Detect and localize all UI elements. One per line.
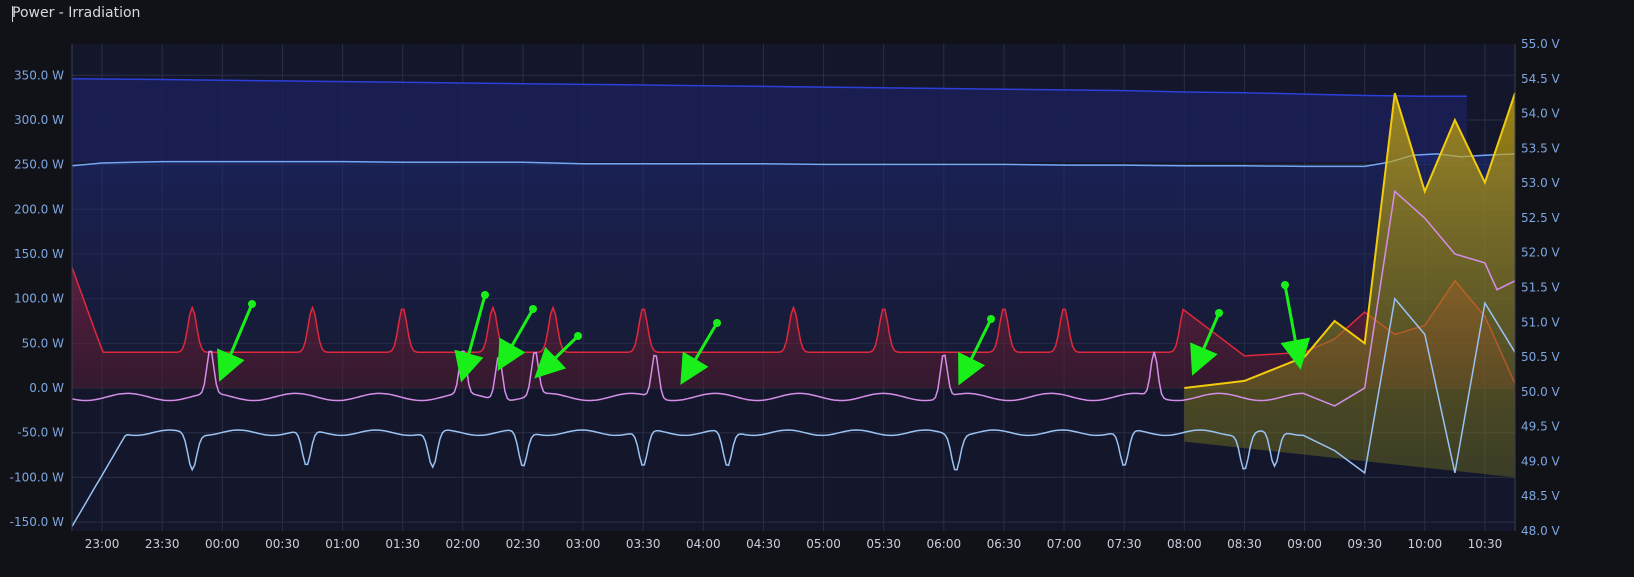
y-right-tick-label: 53.0 V [1521, 176, 1561, 190]
x-tick-label: 23:00 [85, 537, 120, 551]
y-left-tick-label: 350.0 W [14, 68, 64, 82]
x-tick-label: 01:30 [385, 537, 420, 551]
x-tick-label: 05:30 [866, 537, 901, 551]
x-tick-label: 00:30 [265, 537, 300, 551]
x-tick-label: 06:30 [987, 537, 1022, 551]
y-right-tick-label: 50.5 V [1521, 350, 1561, 364]
chart-panel: Power - Irradiation 350.0 W 300.0 W 250.0 … [0, 0, 1634, 577]
y-left-tick-label: 100.0 W [14, 292, 64, 306]
y-right-tick-label: 49.0 V [1521, 454, 1561, 468]
y-left-tick-label: -100.0 W [10, 470, 64, 484]
annotation-arrow-dot [1281, 281, 1289, 289]
power-irradiation-chart: 350.0 W 300.0 W 250.0 W 200.0 W 150.0 W 100.0… [10, 37, 1561, 551]
y-left-tick-label: 0.0 W [29, 381, 64, 395]
y-left-tick-label: -50.0 W [17, 426, 64, 440]
annotation-arrow-dot [481, 291, 489, 299]
annotation-arrow-dot [529, 305, 537, 313]
x-tick-label: 06:00 [927, 537, 962, 551]
x-tick-label: 02:30 [506, 537, 541, 551]
y-left-tick-label: 200.0 W [14, 202, 64, 216]
y-right-tick-label: 54.0 V [1521, 107, 1561, 121]
y-right-tick-label: 50.0 V [1521, 385, 1561, 399]
x-tick-label: 07:00 [1047, 537, 1082, 551]
x-tick-label: 05:00 [806, 537, 841, 551]
y-right-tick-label: 53.5 V [1521, 141, 1561, 155]
x-tick-label: 10:30 [1468, 537, 1503, 551]
y-right-tick-label: 51.0 V [1521, 315, 1561, 329]
y-right-tick-label: 48.5 V [1521, 489, 1561, 503]
y-right-tick-label: 48.0 V [1521, 524, 1561, 538]
x-tick-label: 10:00 [1408, 537, 1443, 551]
annotation-arrow-dot [574, 332, 582, 340]
x-tick-label: 04:30 [746, 537, 781, 551]
x-tick-label: 03:30 [626, 537, 661, 551]
x-tick-label: 07:30 [1107, 537, 1142, 551]
y-right-tick-label: 52.5 V [1521, 211, 1561, 225]
x-tick-label: 04:00 [686, 537, 721, 551]
y-left-tick-label: 50.0 W [22, 336, 65, 350]
annotation-arrow-dot [713, 319, 721, 327]
annotation-arrow-dot [1215, 309, 1223, 317]
y-right-tick-label: 54.5 V [1521, 72, 1561, 86]
y-right-tick-label: 51.5 V [1521, 281, 1561, 295]
x-tick-label: 09:00 [1287, 537, 1322, 551]
y-left-tick-label: 250.0 W [14, 158, 64, 172]
x-tick-label: 01:00 [325, 537, 360, 551]
y-right-tick-label: 55.0 V [1521, 37, 1561, 51]
x-tick-label: 23:30 [145, 537, 180, 551]
annotation-arrow-dot [987, 315, 995, 323]
x-tick-label: 02:00 [446, 537, 481, 551]
y-right-tick-label: 49.5 V [1521, 420, 1561, 434]
y-left-tick-label: 300.0 W [14, 113, 64, 127]
x-tick-label: 08:30 [1227, 537, 1262, 551]
y-left-tick-label: 150.0 W [14, 247, 64, 261]
annotation-arrow-dot [248, 300, 256, 308]
x-tick-label: 08:00 [1167, 537, 1202, 551]
y-left-tick-label: -150.0 W [10, 515, 64, 529]
x-tick-label: 00:00 [205, 537, 240, 551]
x-tick-label: 03:00 [566, 537, 601, 551]
y-right-tick-label: 52.0 V [1521, 246, 1561, 260]
x-tick-label: 09:30 [1347, 537, 1382, 551]
